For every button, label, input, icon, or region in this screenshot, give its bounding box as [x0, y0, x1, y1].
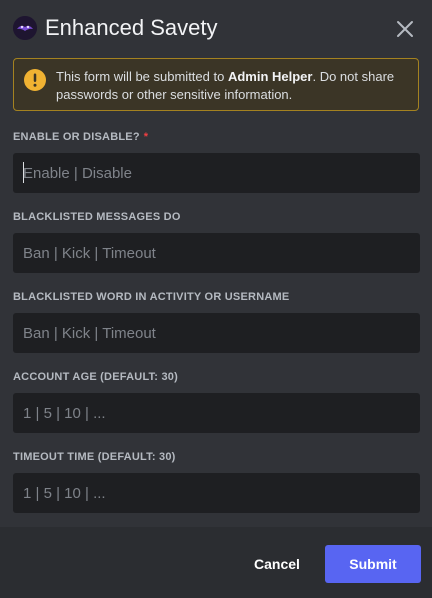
- field-label-timeout-time: TIMEOUT TIME (DEFAULT: 30): [13, 451, 176, 463]
- modal-dialog: Enhanced Savety This form will be submit…: [0, 0, 432, 598]
- notice-text-before: This form will be submitted to: [56, 69, 228, 84]
- warning-icon: [24, 69, 46, 91]
- text-cursor: [23, 162, 24, 183]
- submit-button[interactable]: Submit: [325, 545, 421, 583]
- notice-app-name: Admin Helper: [227, 69, 313, 84]
- blacklisted-word-input[interactable]: [13, 313, 420, 353]
- account-age-input[interactable]: [13, 393, 420, 433]
- cancel-button[interactable]: Cancel: [240, 545, 314, 583]
- field-label-blacklisted-messages: BLACKLISTED MESSAGES DO: [13, 211, 181, 223]
- field-label-blacklisted-word: BLACKLISTED WORD IN ACTIVITY OR USERNAME: [13, 291, 290, 303]
- field-label-enable-disable: ENABLE OR DISABLE? *: [13, 131, 148, 143]
- close-button[interactable]: [394, 18, 416, 40]
- warning-notice: This form will be submitted to Admin Hel…: [13, 58, 419, 111]
- required-indicator: *: [143, 131, 149, 143]
- blacklisted-messages-input[interactable]: [13, 233, 420, 273]
- notice-text: This form will be submitted to Admin Hel…: [56, 68, 410, 104]
- field-label-text: ENABLE OR DISABLE?: [13, 131, 140, 143]
- enable-disable-input[interactable]: [13, 153, 420, 193]
- close-icon: [397, 21, 413, 37]
- field-label-account-age: ACCOUNT AGE (DEFAULT: 30): [13, 371, 178, 383]
- timeout-time-input[interactable]: [13, 473, 420, 513]
- modal-title: Enhanced Savety: [45, 15, 218, 40]
- modal-footer: Cancel Submit: [0, 527, 432, 598]
- modal-header: Enhanced Savety: [0, 0, 432, 56]
- bot-avatar-icon: [13, 16, 37, 40]
